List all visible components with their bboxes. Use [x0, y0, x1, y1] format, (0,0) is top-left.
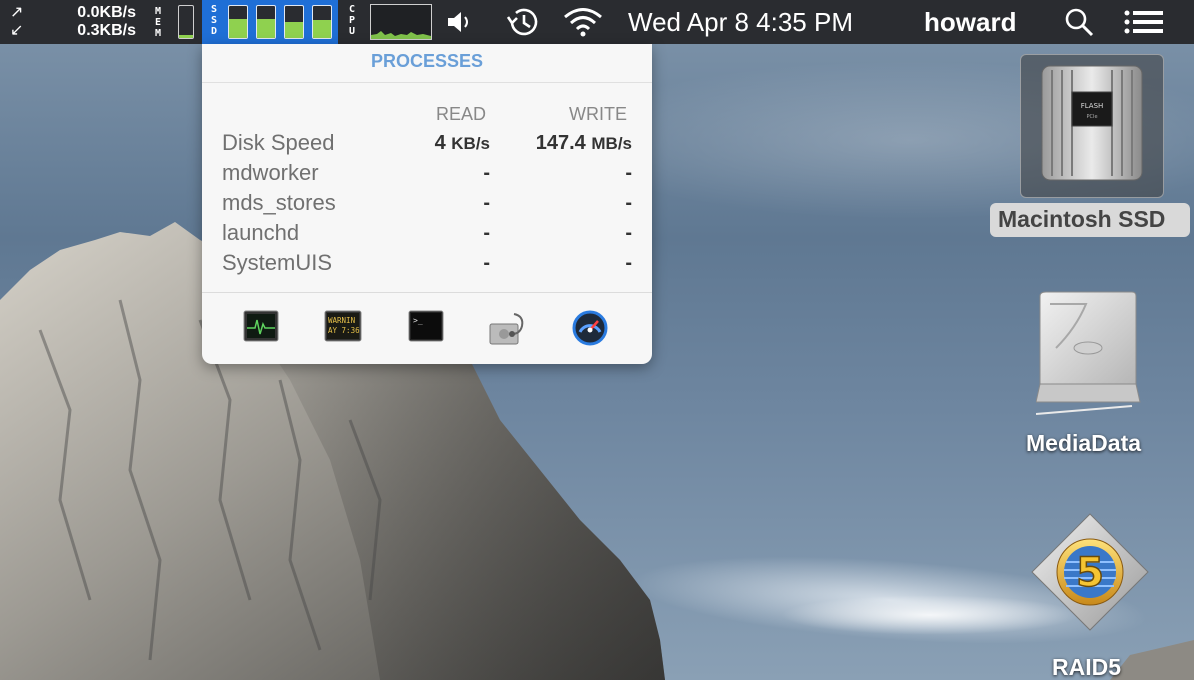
console-icon[interactable]: WARNIN AY 7:36 — [324, 310, 362, 346]
svg-text:5: 5 — [1076, 550, 1104, 596]
list-icon[interactable] — [1124, 0, 1164, 44]
mediadata-label[interactable]: MediaData — [1026, 430, 1141, 457]
memory-menu[interactable]: M E M — [150, 0, 198, 44]
activity-monitor-icon[interactable] — [243, 310, 281, 346]
ssd-meter — [228, 5, 248, 39]
read-value: - — [483, 162, 490, 184]
process-row: mdworker - - — [222, 160, 632, 190]
terminal-icon[interactable]: >_ — [408, 310, 446, 346]
write-value: - — [625, 192, 632, 214]
cpu-menu[interactable]: C P U — [342, 0, 434, 44]
ssd-meter — [284, 5, 304, 39]
svg-text:AY 7:36: AY 7:36 — [328, 326, 360, 335]
ssd-popover: PROCESSES READ WRITE Disk Speed 4 KB/s 1… — [202, 44, 652, 364]
svg-text:>_: >_ — [413, 316, 423, 325]
cpu-graph — [370, 4, 432, 40]
wifi-icon[interactable] — [562, 0, 610, 44]
ssd-meter — [312, 5, 332, 39]
process-row: Disk Speed 4 KB/s 147.4 MB/s — [222, 130, 632, 160]
process-row: SystemUIS - - — [222, 250, 632, 280]
divider — [202, 292, 652, 293]
svg-text:PCIe: PCIe — [1086, 114, 1097, 120]
istat-icon[interactable] — [572, 310, 610, 346]
read-value: 4 KB/s — [434, 132, 490, 154]
read-value: - — [483, 252, 490, 274]
network-rate-menu[interactable]: ↗ ↙ 0.0KB/s 0.3KB/s — [0, 0, 140, 44]
arrow-up-right-icon: ↗ — [10, 4, 24, 21]
cpu-label: C P U — [348, 4, 356, 37]
svg-text:WARNIN: WARNIN — [328, 316, 355, 325]
user-menu[interactable]: howard — [924, 0, 1016, 44]
process-name: launchd — [222, 220, 300, 245]
network-rate-bottom: 0.3KB/s — [77, 22, 136, 39]
write-value: - — [625, 162, 632, 184]
write-value: 147.4 MB/s — [535, 132, 632, 154]
macintosh-ssd-label[interactable]: Macintosh SSD — [998, 206, 1165, 233]
process-name: mdworker — [222, 160, 319, 185]
ssd-meter — [256, 5, 276, 39]
process-name: SystemUIS — [222, 250, 333, 275]
process-row: mds_stores - - — [222, 190, 632, 220]
search-icon[interactable] — [1064, 0, 1094, 44]
raid5-label[interactable]: RAID5 — [1052, 654, 1121, 681]
ssd-menu[interactable]: S S D — [202, 0, 338, 44]
write-value: - — [625, 222, 632, 244]
disk-utility-icon[interactable] — [488, 310, 526, 346]
arrow-down-left-icon: ↙ — [10, 22, 24, 39]
process-name: mds_stores — [222, 190, 336, 215]
raid5-icon[interactable]: 5 — [1030, 512, 1150, 632]
memory-meter — [178, 5, 194, 39]
network-rate-top: 0.0KB/s — [77, 4, 136, 21]
read-value: - — [483, 192, 490, 214]
write-value: - — [625, 252, 632, 274]
popover-title: PROCESSES — [202, 44, 652, 83]
process-name: Disk Speed — [222, 130, 335, 155]
hard-drive-icon[interactable] — [1036, 288, 1144, 418]
menu-bar: ↗ ↙ 0.0KB/s 0.3KB/s M E M S S D C P U We… — [0, 0, 1194, 44]
flash-drive-icon[interactable]: FLASH PCIe — [1036, 62, 1148, 186]
write-column-header: WRITE — [569, 104, 627, 124]
process-row: launchd - - — [222, 220, 632, 250]
mem-label: M E M — [154, 6, 162, 39]
read-column-header: READ — [436, 104, 487, 124]
menu-clock[interactable]: Wed Apr 8 4:35 PM — [628, 0, 853, 44]
svg-text:FLASH: FLASH — [1081, 102, 1104, 110]
ssd-label: S S D — [210, 4, 218, 37]
time-machine-icon[interactable] — [504, 0, 546, 44]
speaker-icon[interactable] — [446, 0, 478, 44]
read-value: - — [483, 222, 490, 244]
